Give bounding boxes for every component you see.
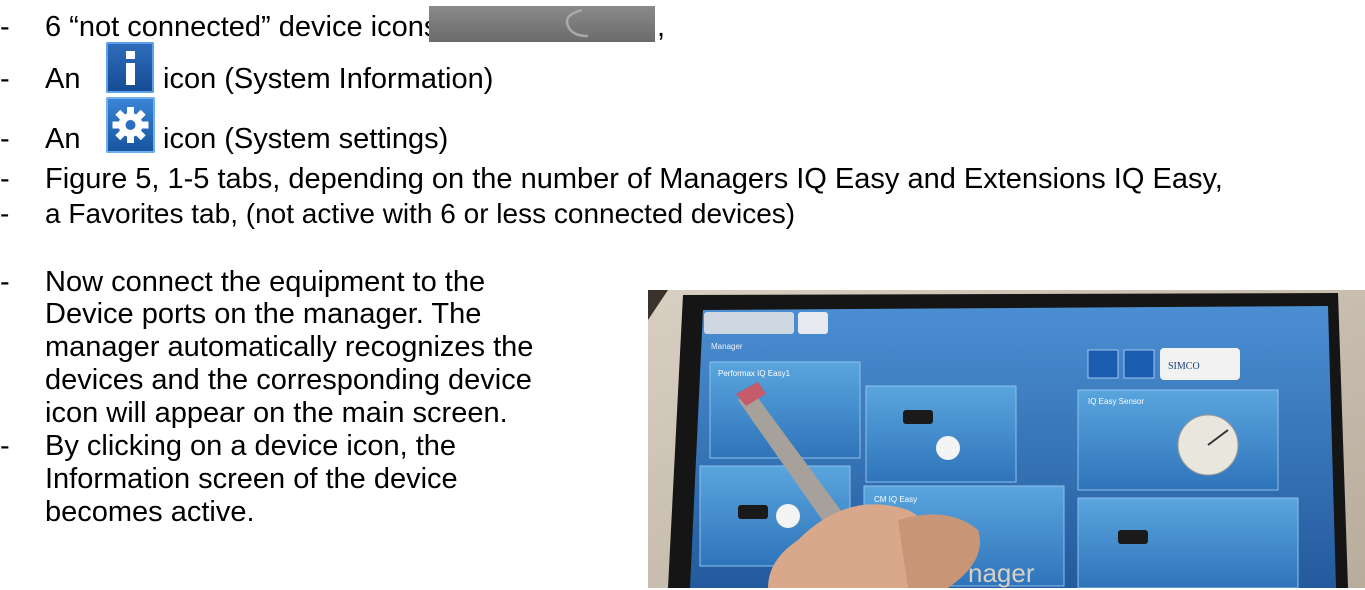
bullet-dash: -: [0, 430, 10, 462]
simco-logo-text: SIMCO: [1168, 361, 1200, 372]
paragraph-line: becomes active.: [45, 496, 255, 528]
tile-label: IQ Easy Sensor: [1088, 397, 1144, 406]
line-text: Figure 5, 1-5 tabs, depending on the num…: [45, 163, 1223, 195]
tile-label: CM IQ Easy: [874, 495, 917, 504]
paragraph-line: Device ports on the manager. The: [45, 298, 482, 330]
line-text: An: [45, 123, 81, 155]
manager-touchscreen-photo: Manager SIMCO Performax IQ Easy1 IQ Easy…: [648, 290, 1365, 588]
not-connected-device-icon: [429, 6, 655, 42]
line-text: icon (System Information): [163, 63, 494, 95]
bottom-brand-text: nager: [968, 558, 1035, 588]
bullet-dash: -: [0, 63, 10, 95]
paragraph-line: By clicking on a device icon, the: [45, 430, 457, 462]
paragraph-line: manager automatically recognizes the: [45, 331, 534, 363]
info-icon: [106, 42, 154, 93]
paragraph-line: icon will appear on the main screen.: [45, 397, 508, 429]
bullet-dash: -: [0, 11, 10, 43]
line-text: a Favorites tab, (not active with 6 or l…: [45, 198, 796, 229]
line-text: icon (System settings): [163, 123, 449, 155]
bullet-dash: -: [0, 123, 10, 155]
line-text: An: [45, 63, 81, 95]
paragraph-line: Now connect the equipment to the: [45, 266, 486, 298]
bullet-dash: -: [0, 163, 10, 195]
gear-icon: [106, 97, 155, 153]
bullet-dash: -: [0, 266, 10, 298]
line-text-comma: ,: [657, 11, 666, 43]
paragraph-line: Information screen of the device: [45, 463, 458, 495]
line-text: 6 “not connected” device icons: [45, 11, 439, 43]
paragraph-line: devices and the corresponding device: [45, 364, 532, 396]
tile-label: Performax IQ Easy1: [718, 369, 791, 378]
screen-header-text: Manager: [711, 342, 743, 351]
bullet-dash: -: [0, 198, 10, 229]
